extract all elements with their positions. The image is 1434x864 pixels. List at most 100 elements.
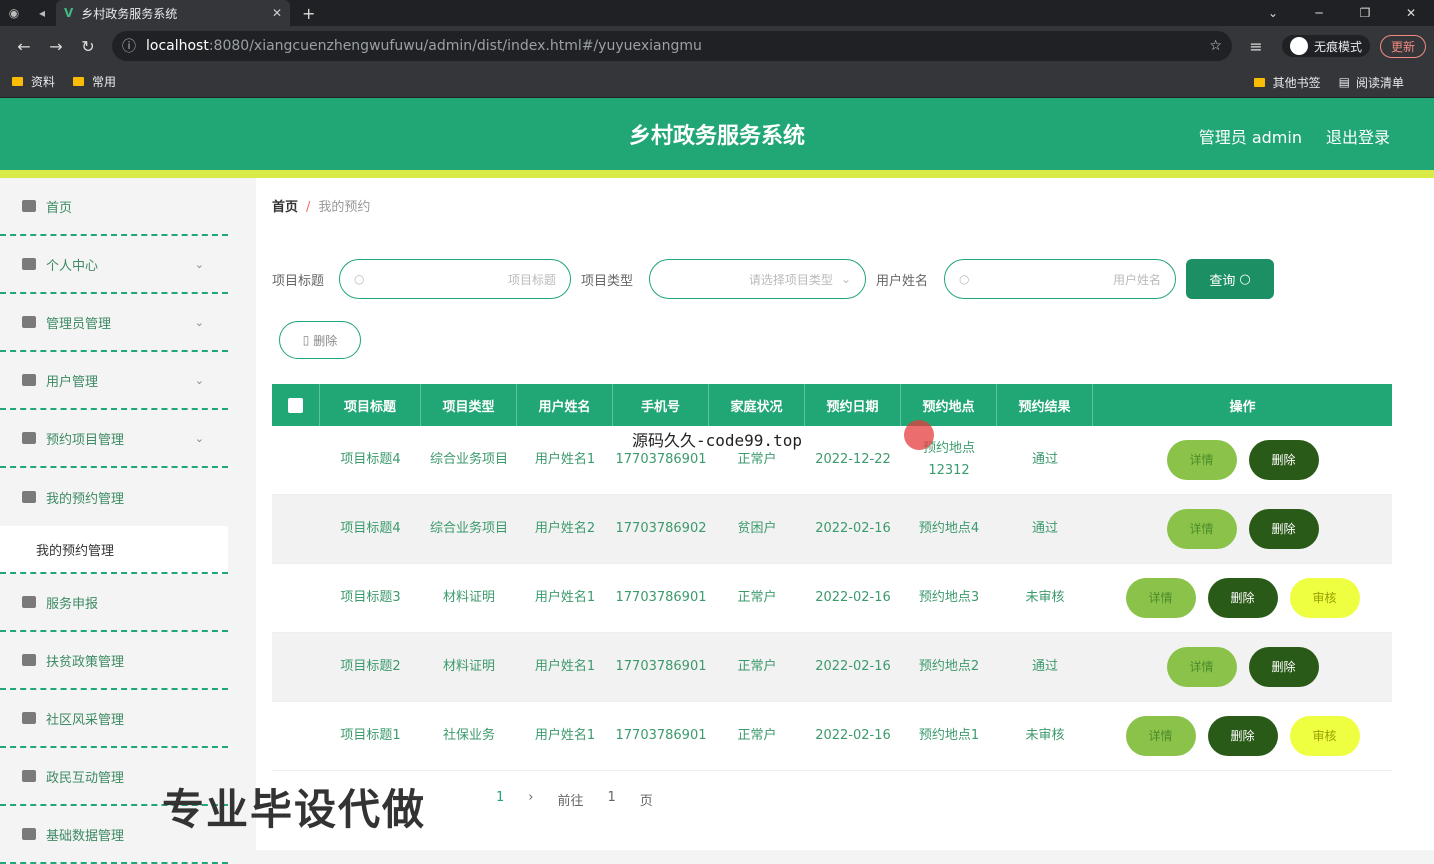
detail-button[interactable]: 详情 bbox=[1126, 578, 1196, 618]
batch-delete-button[interactable]: ▯删除 bbox=[279, 321, 361, 359]
tab-title: 乡村政务服务系统 bbox=[81, 5, 272, 22]
forward-icon[interactable]: → bbox=[40, 37, 72, 56]
mute-icon[interactable]: ◂ bbox=[28, 6, 56, 20]
url-host: localhost bbox=[146, 38, 209, 54]
table-row[interactable]: 项目标题4综合业务项目用户姓名117703786901正常户2022-12-22… bbox=[272, 426, 1392, 495]
sidebar-item-service-report[interactable]: 服务申报 bbox=[0, 574, 228, 632]
sidebar-item-admins[interactable]: 管理员管理⌄ bbox=[0, 294, 228, 352]
sidebar-item-label: 扶贫政策管理 bbox=[46, 651, 124, 670]
title-filter-input[interactable]: ○项目标题 bbox=[339, 259, 571, 299]
query-button[interactable]: 查询○ bbox=[1186, 259, 1274, 299]
bookmark-label: 其他书签 bbox=[1273, 74, 1321, 91]
name-filter-input[interactable]: ○用户姓名 bbox=[944, 259, 1176, 299]
table-row[interactable]: 项目标题1社保业务用户姓名117703786901正常户2022-02-16预约… bbox=[272, 702, 1392, 771]
logout-link[interactable]: 退出登录 bbox=[1326, 124, 1390, 148]
col-header[interactable]: 项目标题 bbox=[320, 384, 421, 426]
table-row[interactable]: 项目标题2材料证明用户姓名117703786901正常户2022-02-16预约… bbox=[272, 633, 1392, 702]
bookmark-label: 资料 bbox=[31, 73, 55, 90]
incognito-label: 无痕模式 bbox=[1314, 38, 1362, 55]
restore-icon[interactable]: ❐ bbox=[1342, 0, 1388, 26]
sidebar-item-label: 服务申报 bbox=[46, 593, 98, 612]
cell-phone: 17703786901 bbox=[613, 633, 709, 701]
row-checkbox-cell[interactable] bbox=[272, 702, 320, 770]
sidebar-subitem-my-bookings[interactable]: 我的预约管理 bbox=[0, 526, 228, 574]
col-header[interactable]: 预约日期 bbox=[805, 384, 901, 426]
incognito-badge[interactable]: 无痕模式 bbox=[1282, 35, 1370, 57]
bookmark-folder[interactable]: 常用 bbox=[73, 73, 116, 90]
row-checkbox-cell[interactable] bbox=[272, 495, 320, 563]
back-icon[interactable]: ← bbox=[8, 37, 40, 56]
new-tab-icon[interactable]: + bbox=[302, 4, 315, 23]
cell-type: 社保业务 bbox=[421, 702, 517, 770]
cell-family: 正常户 bbox=[709, 702, 805, 770]
cell-place: 预约地点2 bbox=[901, 633, 997, 701]
row-checkbox-cell[interactable] bbox=[272, 426, 320, 494]
detail-button[interactable]: 详情 bbox=[1167, 509, 1237, 549]
delete-button[interactable]: 删除 bbox=[1249, 440, 1319, 480]
page-number[interactable]: 1 bbox=[496, 790, 504, 809]
cell-date: 2022-02-16 bbox=[805, 633, 901, 701]
minimize-icon[interactable]: ─ bbox=[1296, 0, 1342, 26]
browser-tab[interactable]: V 乡村政务服务系统 ✕ bbox=[56, 0, 290, 26]
sidebar-item-my-bookings[interactable]: 我的预约管理 bbox=[0, 468, 228, 526]
sidebar-item-projects[interactable]: 预约项目管理⌄ bbox=[0, 410, 228, 468]
sidebar-item-home[interactable]: 首页 bbox=[0, 178, 228, 236]
col-header[interactable]: 用户姓名 bbox=[517, 384, 613, 426]
detail-button[interactable]: 详情 bbox=[1126, 716, 1196, 756]
bookmark-folder[interactable]: 资料 bbox=[12, 73, 55, 90]
type-filter-placeholder: 请选择项目类型 bbox=[749, 271, 833, 288]
detail-button[interactable]: 详情 bbox=[1167, 440, 1237, 480]
row-checkbox-cell[interactable] bbox=[272, 564, 320, 632]
col-header[interactable]: 预约结果 bbox=[997, 384, 1093, 426]
url-field[interactable]: ⓘ localhost :8080/xiangcuenzhengwufuwu/a… bbox=[112, 31, 1232, 61]
delete-button[interactable]: 删除 bbox=[1208, 578, 1278, 618]
address-bar-row: ← → ↻ ⓘ localhost :8080/xiangcuenzhengwu… bbox=[0, 26, 1434, 66]
browser-menu-icon[interactable]: ◉ bbox=[0, 6, 28, 20]
audit-button[interactable]: 审核 bbox=[1290, 578, 1360, 618]
col-header[interactable]: 手机号 bbox=[613, 384, 709, 426]
close-tab-icon[interactable]: ✕ bbox=[272, 6, 282, 20]
col-header[interactable]: 家庭状况 bbox=[709, 384, 805, 426]
table-row[interactable]: 项目标题3材料证明用户姓名117703786901正常户2022-02-16预约… bbox=[272, 564, 1392, 633]
breadcrumb-home[interactable]: 首页 bbox=[272, 200, 298, 215]
col-header[interactable]: 项目类型 bbox=[421, 384, 517, 426]
chevron-down-icon: ⌄ bbox=[841, 272, 851, 286]
type-filter-select[interactable]: 请选择项目类型 ⌄ bbox=[649, 259, 866, 299]
pagination: 1 › 前往 1 页 bbox=[496, 790, 653, 809]
reload-icon[interactable]: ↻ bbox=[72, 37, 104, 56]
sidebar-item-profile[interactable]: 个人中心⌄ bbox=[0, 236, 228, 294]
reading-list[interactable]: ▤阅读清单 bbox=[1339, 74, 1404, 91]
bookmark-star-icon[interactable]: ☆ bbox=[1209, 38, 1222, 54]
row-actions: 详情删除 bbox=[1093, 633, 1392, 701]
sidebar-item-users[interactable]: 用户管理⌄ bbox=[0, 352, 228, 410]
chevron-down-icon: ⌄ bbox=[195, 432, 204, 445]
sidebar-item-community[interactable]: 社区风采管理 bbox=[0, 690, 228, 748]
chevron-down-icon: ⌄ bbox=[195, 258, 204, 271]
sidebar-item-policy[interactable]: 扶贫政策管理 bbox=[0, 632, 228, 690]
breadcrumb-current: 我的预约 bbox=[318, 200, 370, 215]
update-button[interactable]: 更新 bbox=[1380, 35, 1426, 58]
delete-button[interactable]: 删除 bbox=[1249, 509, 1319, 549]
delete-button[interactable]: 删除 bbox=[1208, 716, 1278, 756]
select-all-cell bbox=[272, 384, 320, 426]
delete-button[interactable]: 删除 bbox=[1249, 647, 1319, 687]
cell-type: 综合业务项目 bbox=[421, 495, 517, 563]
table-row[interactable]: 项目标题4综合业务项目用户姓名217703786902贫困户2022-02-16… bbox=[272, 495, 1392, 564]
admin-icon bbox=[22, 316, 36, 328]
audit-button[interactable]: 审核 bbox=[1290, 716, 1360, 756]
cell-family: 贫困户 bbox=[709, 495, 805, 563]
row-checkbox-cell[interactable] bbox=[272, 633, 320, 701]
select-all-checkbox[interactable] bbox=[288, 398, 303, 413]
promo-overlay-text: 专业毕设代做 bbox=[162, 776, 426, 837]
close-window-icon[interactable]: ✕ bbox=[1388, 0, 1434, 26]
reading-list-icon[interactable]: ≡ bbox=[1240, 37, 1272, 56]
next-page-icon[interactable]: › bbox=[528, 790, 533, 809]
search-icon: ○ bbox=[354, 272, 364, 286]
info-icon[interactable]: ⓘ bbox=[122, 36, 136, 56]
other-bookmarks[interactable]: 其他书签 bbox=[1254, 74, 1321, 91]
cell-date: 2022-02-16 bbox=[805, 564, 901, 632]
tab-search-icon[interactable]: ⌄ bbox=[1250, 0, 1296, 26]
detail-button[interactable]: 详情 bbox=[1167, 647, 1237, 687]
goto-input[interactable]: 1 bbox=[608, 790, 616, 809]
grid-icon bbox=[22, 432, 36, 444]
